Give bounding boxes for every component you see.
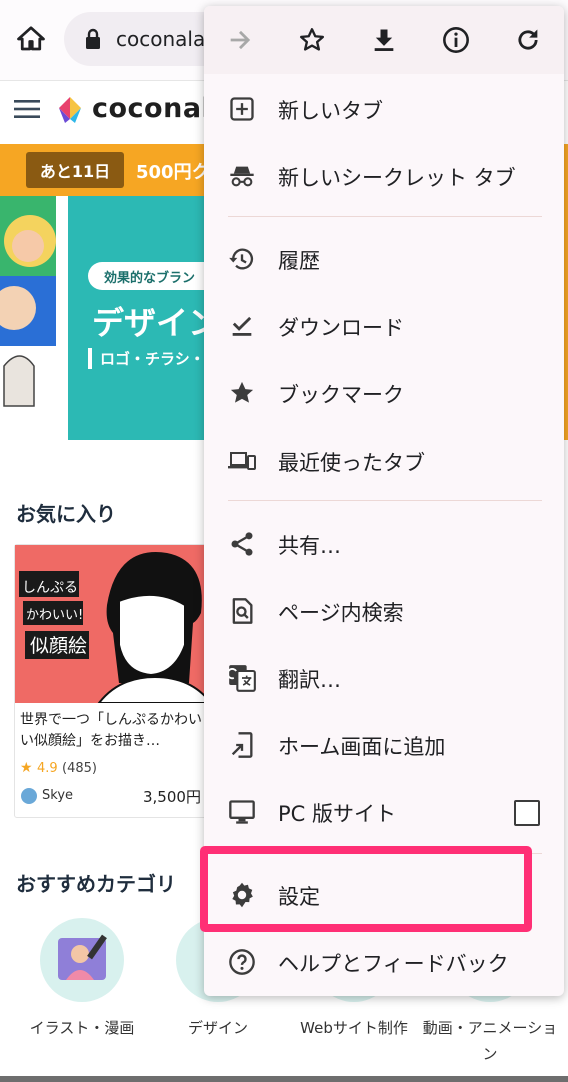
url-text[interactable]: coconala [116, 27, 205, 51]
forward-icon[interactable] [226, 26, 254, 54]
hamburger-menu-icon[interactable] [14, 99, 40, 119]
menu-item-translate[interactable]: 翻訳… [204, 645, 564, 711]
menu-item-label: 新しいタブ [278, 99, 383, 123]
menu-item-add-to-home[interactable]: ホーム画面に追加 [204, 712, 564, 778]
menu-item-label: 共有… [278, 534, 341, 558]
seller-avatar [21, 788, 37, 804]
menu-item-label: ヘルプとフィードバック [278, 952, 509, 976]
desktop-site-checkbox[interactable] [514, 800, 540, 826]
menu-item-downloads[interactable]: ダウンロード [204, 293, 564, 359]
history-icon [229, 248, 254, 270]
menu-item-share[interactable]: 共有… [204, 511, 564, 577]
menu-item-label: ブックマーク [278, 383, 404, 407]
menu-item-label: 最近使ったタブ [278, 451, 425, 475]
rating-star-icon: ★ [20, 760, 33, 776]
share-icon [231, 532, 253, 556]
service-price: 3,500円 [143, 788, 201, 806]
category-label-design[interactable]: デザイン [148, 1015, 288, 1041]
recent-tabs-icon [228, 452, 256, 470]
menu-item-label: ページ内検索 [278, 601, 404, 625]
lock-icon [86, 28, 100, 49]
desktop-icon [229, 800, 255, 824]
thumb-text-2: かわいい! [26, 608, 84, 623]
menu-item-label: ダウンロード [278, 316, 404, 340]
favorites-heading: お気に入り [16, 502, 116, 526]
menu-item-label: 履歴 [278, 249, 320, 273]
incognito-icon [230, 166, 254, 187]
category-label-illustration[interactable]: イラスト・漫画 [12, 1015, 152, 1041]
menu-divider [228, 216, 542, 217]
menu-divider [228, 500, 542, 501]
category-label-web[interactable]: Webサイト制作 [284, 1015, 424, 1041]
new-tab-icon [230, 97, 254, 121]
download-icon[interactable] [370, 26, 398, 54]
settings-highlight-annotation [200, 846, 532, 932]
menu-item-recent-tabs[interactable]: 最近使ったタブ [204, 428, 564, 494]
bottom-edge [0, 1076, 568, 1082]
category-label-video[interactable]: 動画・アニメーション [420, 1015, 560, 1067]
service-thumbnail[interactable] [15, 545, 213, 703]
menu-item-desktop-site[interactable]: PC 版サイト [204, 779, 564, 845]
menu-item-label: PC 版サイト [278, 802, 397, 826]
category-illustration[interactable] [40, 918, 124, 1002]
banner-title: デザイン [92, 304, 221, 342]
menu-item-label: 新しいシークレット タブ [278, 166, 516, 190]
review-count: (485) [62, 761, 97, 776]
menu-item-history[interactable]: 履歴 [204, 226, 564, 292]
menu-item-find-in-page[interactable]: ページ内検索 [204, 578, 564, 644]
categories-heading: おすすめカテゴリ [16, 872, 176, 896]
menu-item-new-incognito-tab[interactable]: 新しいシークレット タブ [204, 143, 564, 209]
thumb-text-1: しんぷる [22, 580, 78, 596]
thumb-text-3: 似顔絵 [30, 635, 88, 657]
promo-badge: あと11日 [26, 152, 124, 188]
home-icon[interactable] [16, 24, 46, 54]
service-title[interactable]: 世界で一つ「しんぷるかわいい似顔絵」をお描き… [20, 710, 210, 752]
rating-value: 4.9 [37, 761, 58, 776]
seller-name[interactable]: Skye [42, 788, 73, 803]
menu-item-label: 翻訳… [278, 668, 341, 692]
find-in-page-icon [232, 598, 253, 624]
refresh-icon[interactable] [514, 26, 542, 54]
menu-item-label: ホーム画面に追加 [278, 735, 446, 759]
info-icon[interactable] [442, 26, 470, 54]
menu-item-new-tab[interactable]: 新しいタブ [204, 76, 564, 142]
help-icon [229, 949, 255, 975]
menu-item-bookmarks[interactable]: ブックマーク [204, 360, 564, 426]
add-to-home-icon [231, 732, 253, 758]
menu-item-help-feedback[interactable]: ヘルプとフィードバック [204, 929, 564, 995]
translate-icon [228, 665, 256, 692]
coconala-logo-icon [59, 97, 81, 123]
banner-illustration[interactable] [0, 196, 56, 440]
banner-subtitle: ロゴ・チラシ・ [88, 348, 205, 369]
downloads-icon [232, 316, 252, 336]
promo-text: 500円ク [136, 162, 210, 183]
star-icon[interactable] [298, 26, 326, 54]
bookmarks-icon [230, 381, 254, 403]
